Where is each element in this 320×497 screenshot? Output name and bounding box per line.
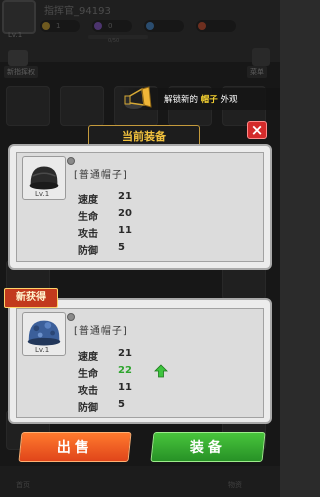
equip-button[interactable]: 装备	[150, 432, 266, 462]
stat-label-speed: 速度	[78, 352, 98, 363]
stat-label-speed: 速度	[78, 195, 98, 206]
stat-value-speed: 21	[118, 348, 132, 359]
stat-label-defense: 防御	[78, 403, 98, 414]
new-acquired-tag: 新获得	[4, 288, 58, 308]
new-item-panel: Lv.1 [普通帽子] 速度 21 生命 22 攻击 11 防御 5	[8, 298, 272, 424]
current-item-panel: Lv.1 [普通帽子] 速度 21 生命 20 攻击 11 防御 5	[8, 144, 272, 270]
unlock-message: 解锁新的 帽子 外观	[164, 95, 238, 105]
stat-value-defense: 5	[118, 399, 125, 410]
new-item-slot[interactable]: Lv.1	[22, 312, 66, 356]
current-item-level: Lv.1	[35, 190, 50, 198]
stat-value-hp: 22	[118, 365, 132, 376]
stat-label-hp: 生命	[78, 212, 98, 223]
stat-value-attack: 11	[118, 382, 132, 393]
new-item-name: [普通帽子]	[74, 326, 128, 337]
new-item-level: Lv.1	[35, 346, 50, 354]
stat-label-hp: 生命	[78, 369, 98, 380]
info-dot-icon[interactable]	[67, 313, 75, 321]
stat-value-hp: 20	[118, 208, 132, 219]
stat-value-defense: 5	[118, 242, 125, 253]
sell-button[interactable]: 出售	[18, 432, 132, 462]
stat-label-attack: 攻击	[78, 386, 98, 397]
current-item-name: [普通帽子]	[74, 170, 128, 181]
stat-value-attack: 11	[118, 225, 132, 236]
stat-label-attack: 攻击	[78, 229, 98, 240]
close-button[interactable]: ×	[247, 121, 267, 139]
megaphone-icon	[124, 86, 152, 109]
arrow-up-icon	[154, 364, 168, 378]
info-dot-icon[interactable]	[67, 157, 75, 165]
stat-value-speed: 21	[118, 191, 132, 202]
current-item-slot[interactable]: Lv.1	[22, 156, 66, 200]
stat-label-defense: 防御	[78, 246, 98, 257]
